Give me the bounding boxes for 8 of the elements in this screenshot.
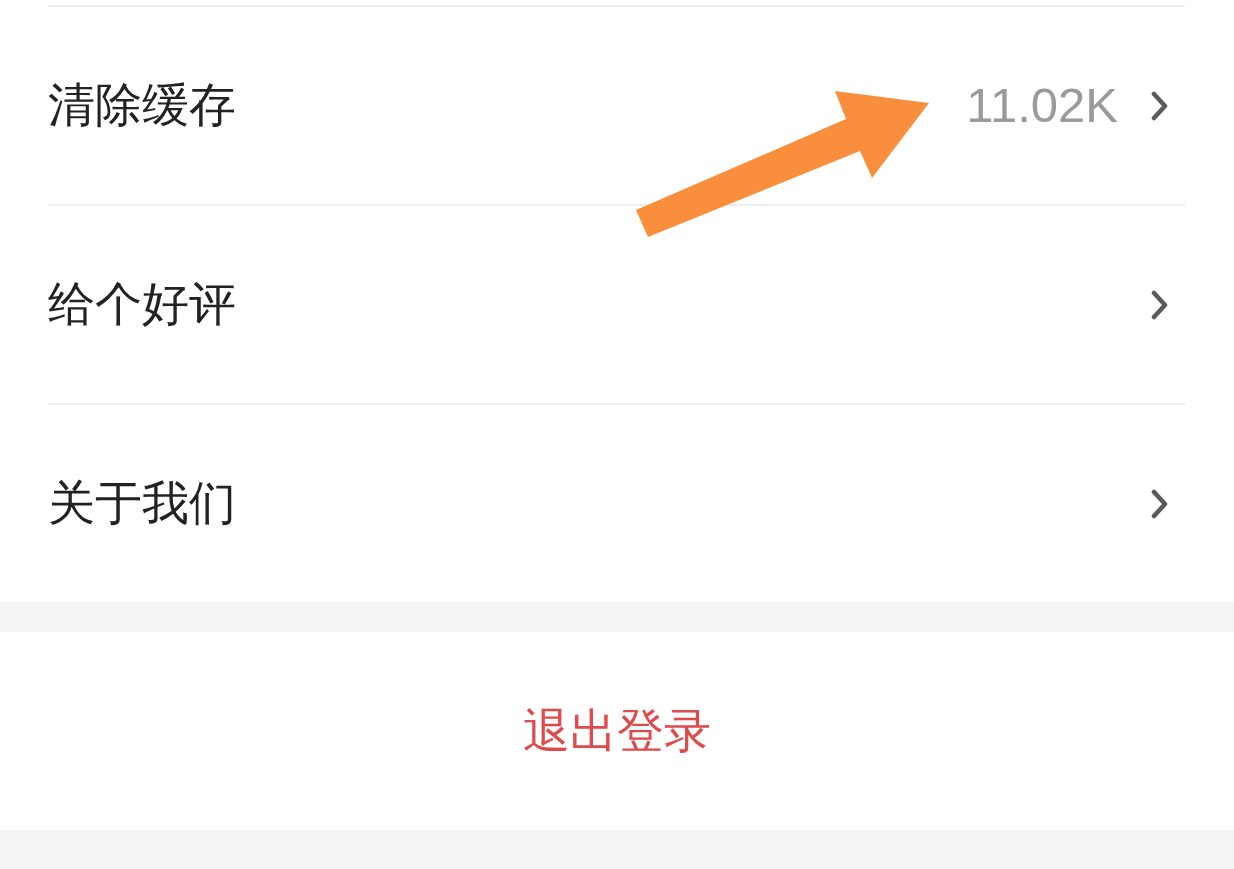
menu-item-label[interactable]: 清除缓存 — [48, 77, 236, 134]
logout-button[interactable]: 退出登录 — [0, 632, 1234, 830]
menu-item-label[interactable]: 关于我们 — [48, 475, 236, 532]
menu-item-label[interactable]: 给个好评 — [48, 276, 236, 333]
chevron-right-icon — [1151, 90, 1169, 121]
chevron-right-icon — [1151, 289, 1169, 320]
chevron-right-icon — [1151, 488, 1169, 519]
cache-size-text: 11.02K — [966, 77, 1118, 135]
